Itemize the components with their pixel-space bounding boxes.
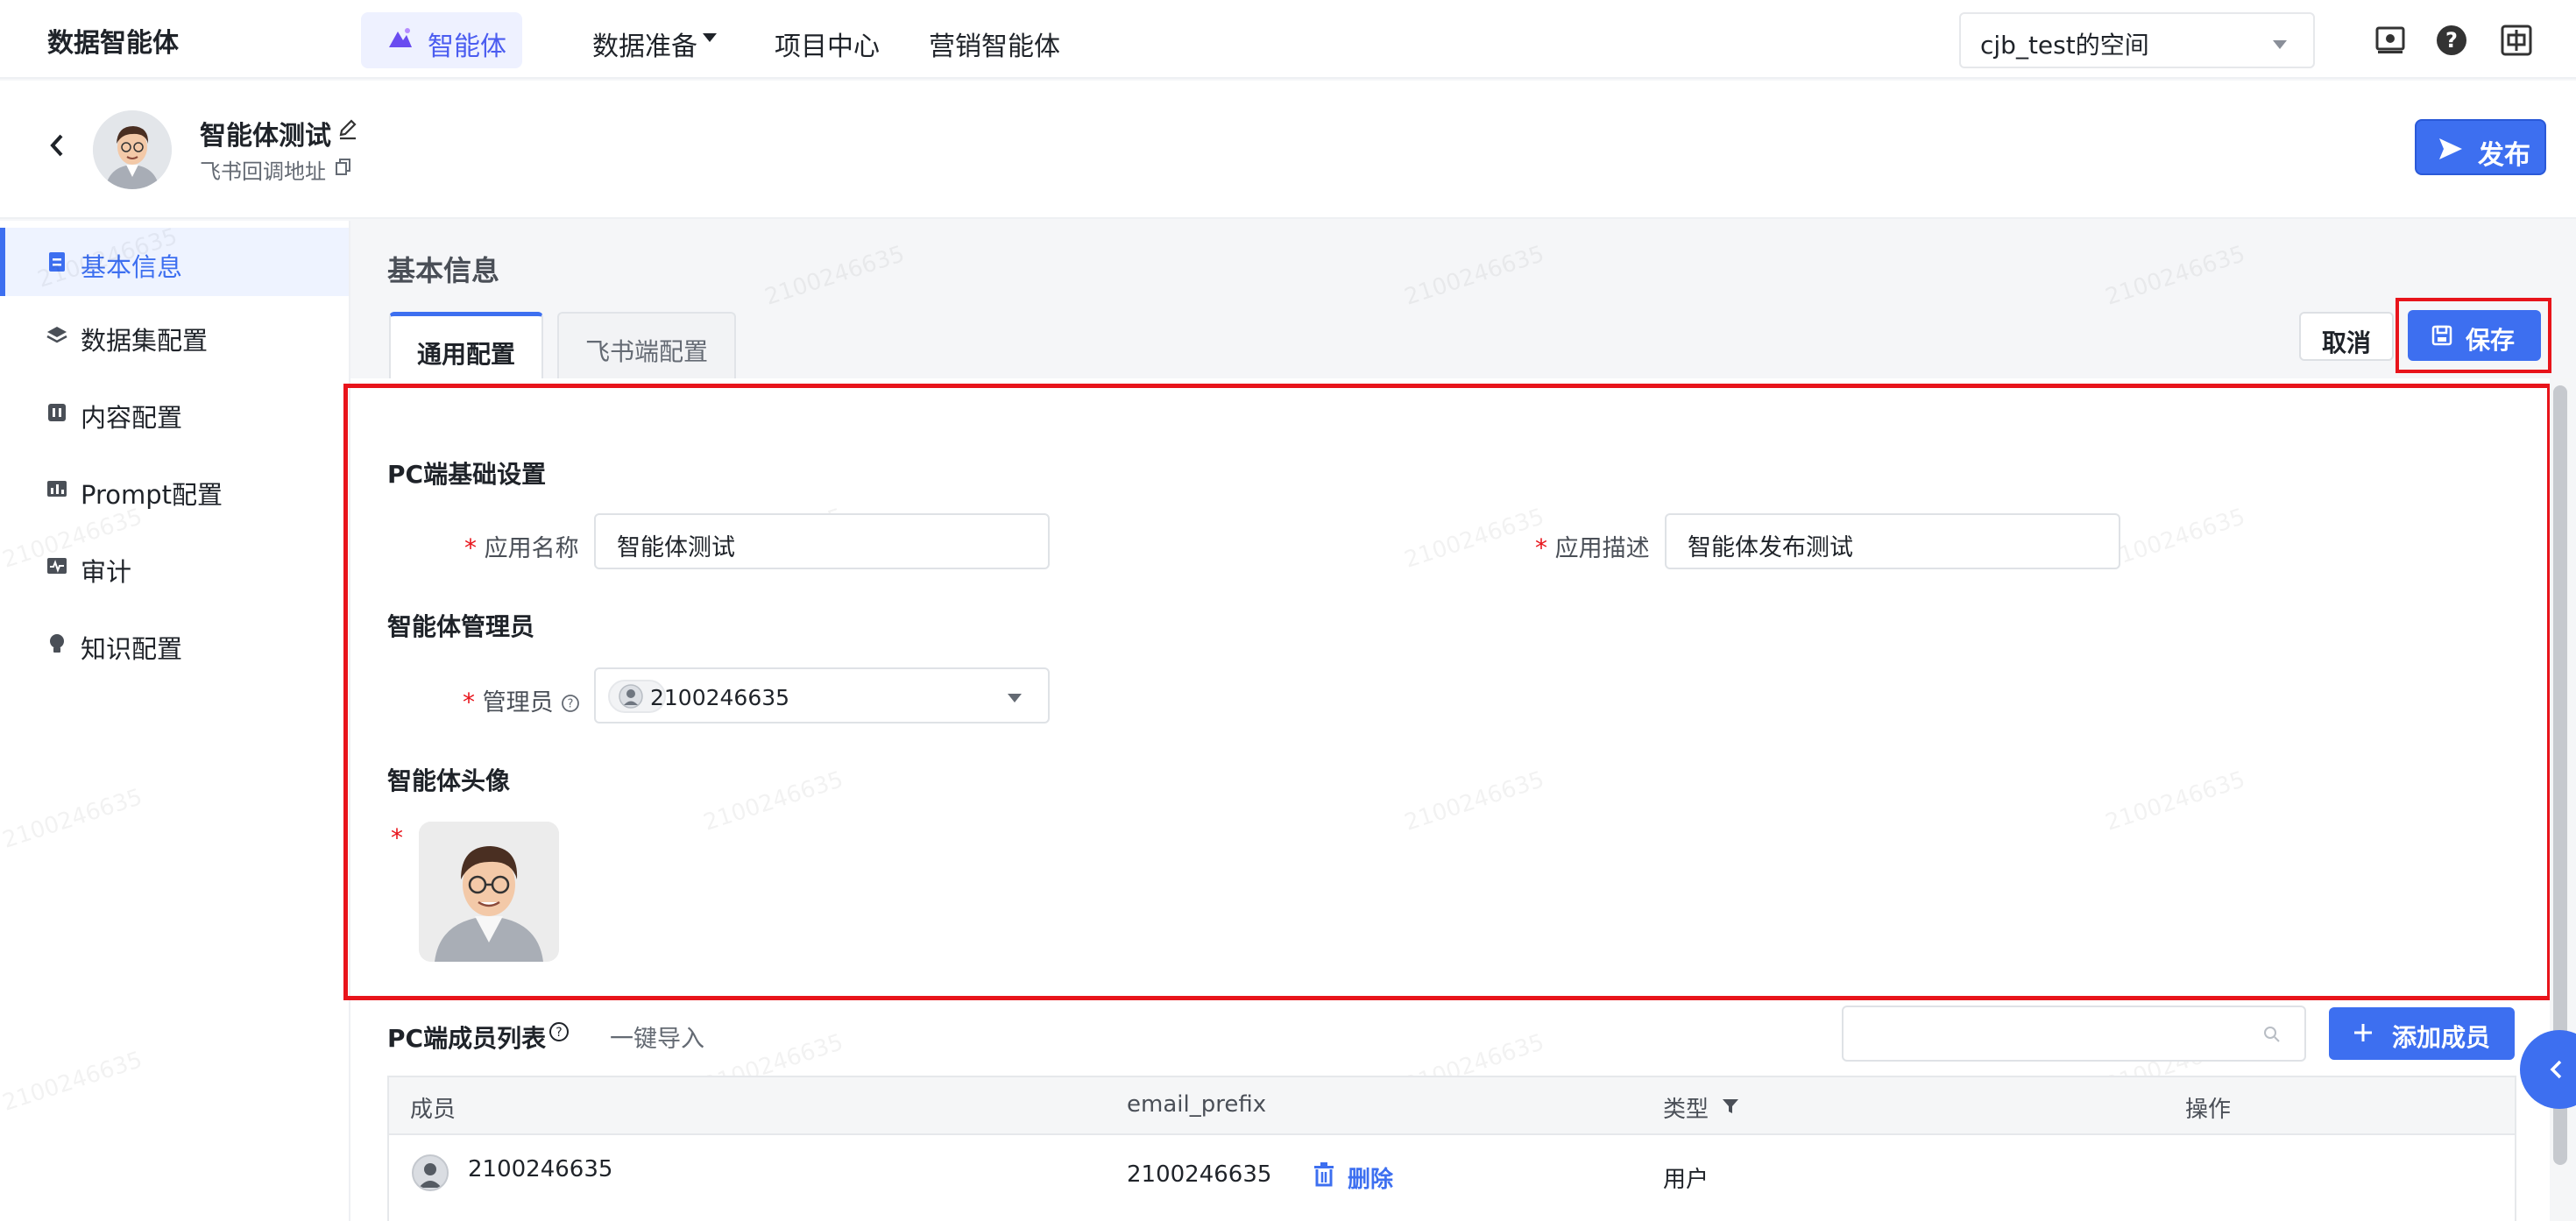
cancel-button[interactable]: 取消: [2299, 312, 2394, 361]
tab-label: 通用配置: [416, 340, 515, 369]
sidebar-item-dataset-config[interactable]: 数据集配置: [0, 301, 349, 370]
filter-icon[interactable]: [1721, 1097, 1740, 1116]
publish-button[interactable]: 发布: [2415, 119, 2546, 175]
sidebar-item-label: Prompt配置: [81, 480, 223, 510]
cancel-button-label: 取消: [2321, 328, 2371, 357]
content-icon: [48, 404, 66, 421]
nav-item-data-prep[interactable]: 数据准备: [592, 25, 697, 63]
add-member-button[interactable]: 添加成员: [2329, 1007, 2515, 1060]
chevron-down-icon: [2273, 40, 2287, 49]
space-selector-value: cjb_test的空间: [1980, 31, 2149, 60]
save-button[interactable]: 保存: [2408, 310, 2541, 361]
column-header-type: 类型: [1663, 1097, 1709, 1123]
delete-member-link[interactable]: 删除: [1348, 1161, 1393, 1194]
lightbulb-icon: [50, 634, 64, 653]
trash-icon[interactable]: [1313, 1161, 1335, 1188]
svg-text:?: ?: [2445, 28, 2458, 53]
brand-title: 数据智能体: [47, 28, 179, 59]
watermark: 2100246635: [761, 241, 909, 311]
members-table: 成员 email_prefix 类型 操作 2100246635 2100246…: [387, 1076, 2516, 1221]
back-arrow-icon[interactable]: [49, 133, 65, 158]
table-header: 成员 email_prefix 类型 操作: [389, 1077, 2515, 1135]
top-nav: 数据智能体 智能体 数据准备 项目中心 营销智能体 cjb_test的空间 ?: [0, 0, 2576, 79]
sidebar-item-prompt-config[interactable]: Prompt配置: [0, 455, 349, 524]
publish-button-label: 发布: [2478, 140, 2530, 171]
column-header-member: 成员: [410, 1097, 456, 1123]
agent-icon: [389, 28, 412, 47]
chart-icon: [47, 481, 67, 497]
feishu-callback-link[interactable]: 飞书回调地址: [200, 154, 326, 185]
space-selector[interactable]: cjb_test的空间: [1959, 12, 2315, 68]
tab-feishu-config[interactable]: 飞书端配置: [557, 312, 736, 378]
member-id: 2100246635: [468, 1156, 613, 1182]
chevron-left-icon: [2550, 1060, 2562, 1079]
search-icon: [2264, 1027, 2280, 1042]
settings-screen-icon[interactable]: [2373, 23, 2408, 58]
avatar: [412, 1154, 449, 1191]
plus-icon: [2354, 1024, 2372, 1041]
page-title: 基本信息: [387, 254, 500, 287]
sidebar-item-label: 内容配置: [81, 403, 183, 433]
nav-item-agent[interactable]: 智能体: [361, 12, 522, 68]
document-icon: [49, 252, 65, 272]
help-icon[interactable]: ?: [2434, 23, 2469, 58]
members-list-title: PC端成员列表: [387, 1024, 547, 1053]
tab-label: 飞书端配置: [584, 337, 708, 366]
save-button-label: 保存: [2466, 326, 2516, 355]
sidebar-item-audit[interactable]: 审计: [0, 533, 349, 601]
sidebar: 基本信息 数据集配置 内容配置 Prompt配置 审计 知识配置: [0, 221, 350, 1221]
nav-item-projects[interactable]: 项目中心: [775, 25, 880, 63]
tab-general-config[interactable]: 通用配置: [389, 312, 543, 378]
save-icon: [2431, 325, 2452, 346]
sidebar-item-label: 知识配置: [81, 634, 183, 664]
language-icon[interactable]: [2499, 23, 2534, 58]
sidebar-item-content-config[interactable]: 内容配置: [0, 378, 349, 447]
monitor-pulse-icon: [47, 558, 67, 574]
member-search-input[interactable]: [1842, 1006, 2306, 1062]
watermark: 2100246635: [2102, 241, 2249, 311]
member-email-prefix: 2100246635: [1127, 1161, 1272, 1188]
one-click-import-link[interactable]: 一键导入: [610, 1020, 704, 1054]
watermark: 2100246635: [1401, 241, 1548, 311]
send-icon: [2439, 138, 2462, 159]
chevron-down-icon[interactable]: [703, 33, 717, 42]
add-member-label: 添加成员: [2392, 1023, 2491, 1052]
agent-header: 智能体测试 飞书回调地址 发布: [0, 81, 2576, 219]
layers-icon: [46, 327, 67, 343]
edit-icon[interactable]: [336, 117, 359, 140]
sidebar-item-knowledge-config[interactable]: 知识配置: [0, 610, 349, 678]
nav-item-marketing-agent[interactable]: 营销智能体: [929, 25, 1060, 63]
help-icon[interactable]: ?: [548, 1021, 570, 1042]
member-type: 用户: [1663, 1167, 1709, 1193]
copy-icon[interactable]: [335, 158, 352, 177]
sidebar-item-label: 基本信息: [81, 252, 183, 282]
agent-name: 智能体测试: [200, 121, 331, 152]
column-header-email-prefix: email_prefix: [1127, 1091, 1267, 1118]
sidebar-item-label: 数据集配置: [81, 326, 209, 356]
sidebar-item-label: 审计: [81, 557, 132, 587]
form-highlight-box: [343, 384, 2551, 1000]
svg-text:?: ?: [556, 1026, 562, 1040]
column-header-actions: 操作: [2185, 1097, 2232, 1123]
sidebar-item-basic-info[interactable]: 基本信息: [0, 228, 349, 296]
nav-item-agent-label: 智能体: [428, 32, 506, 62]
agent-avatar: [93, 110, 172, 189]
